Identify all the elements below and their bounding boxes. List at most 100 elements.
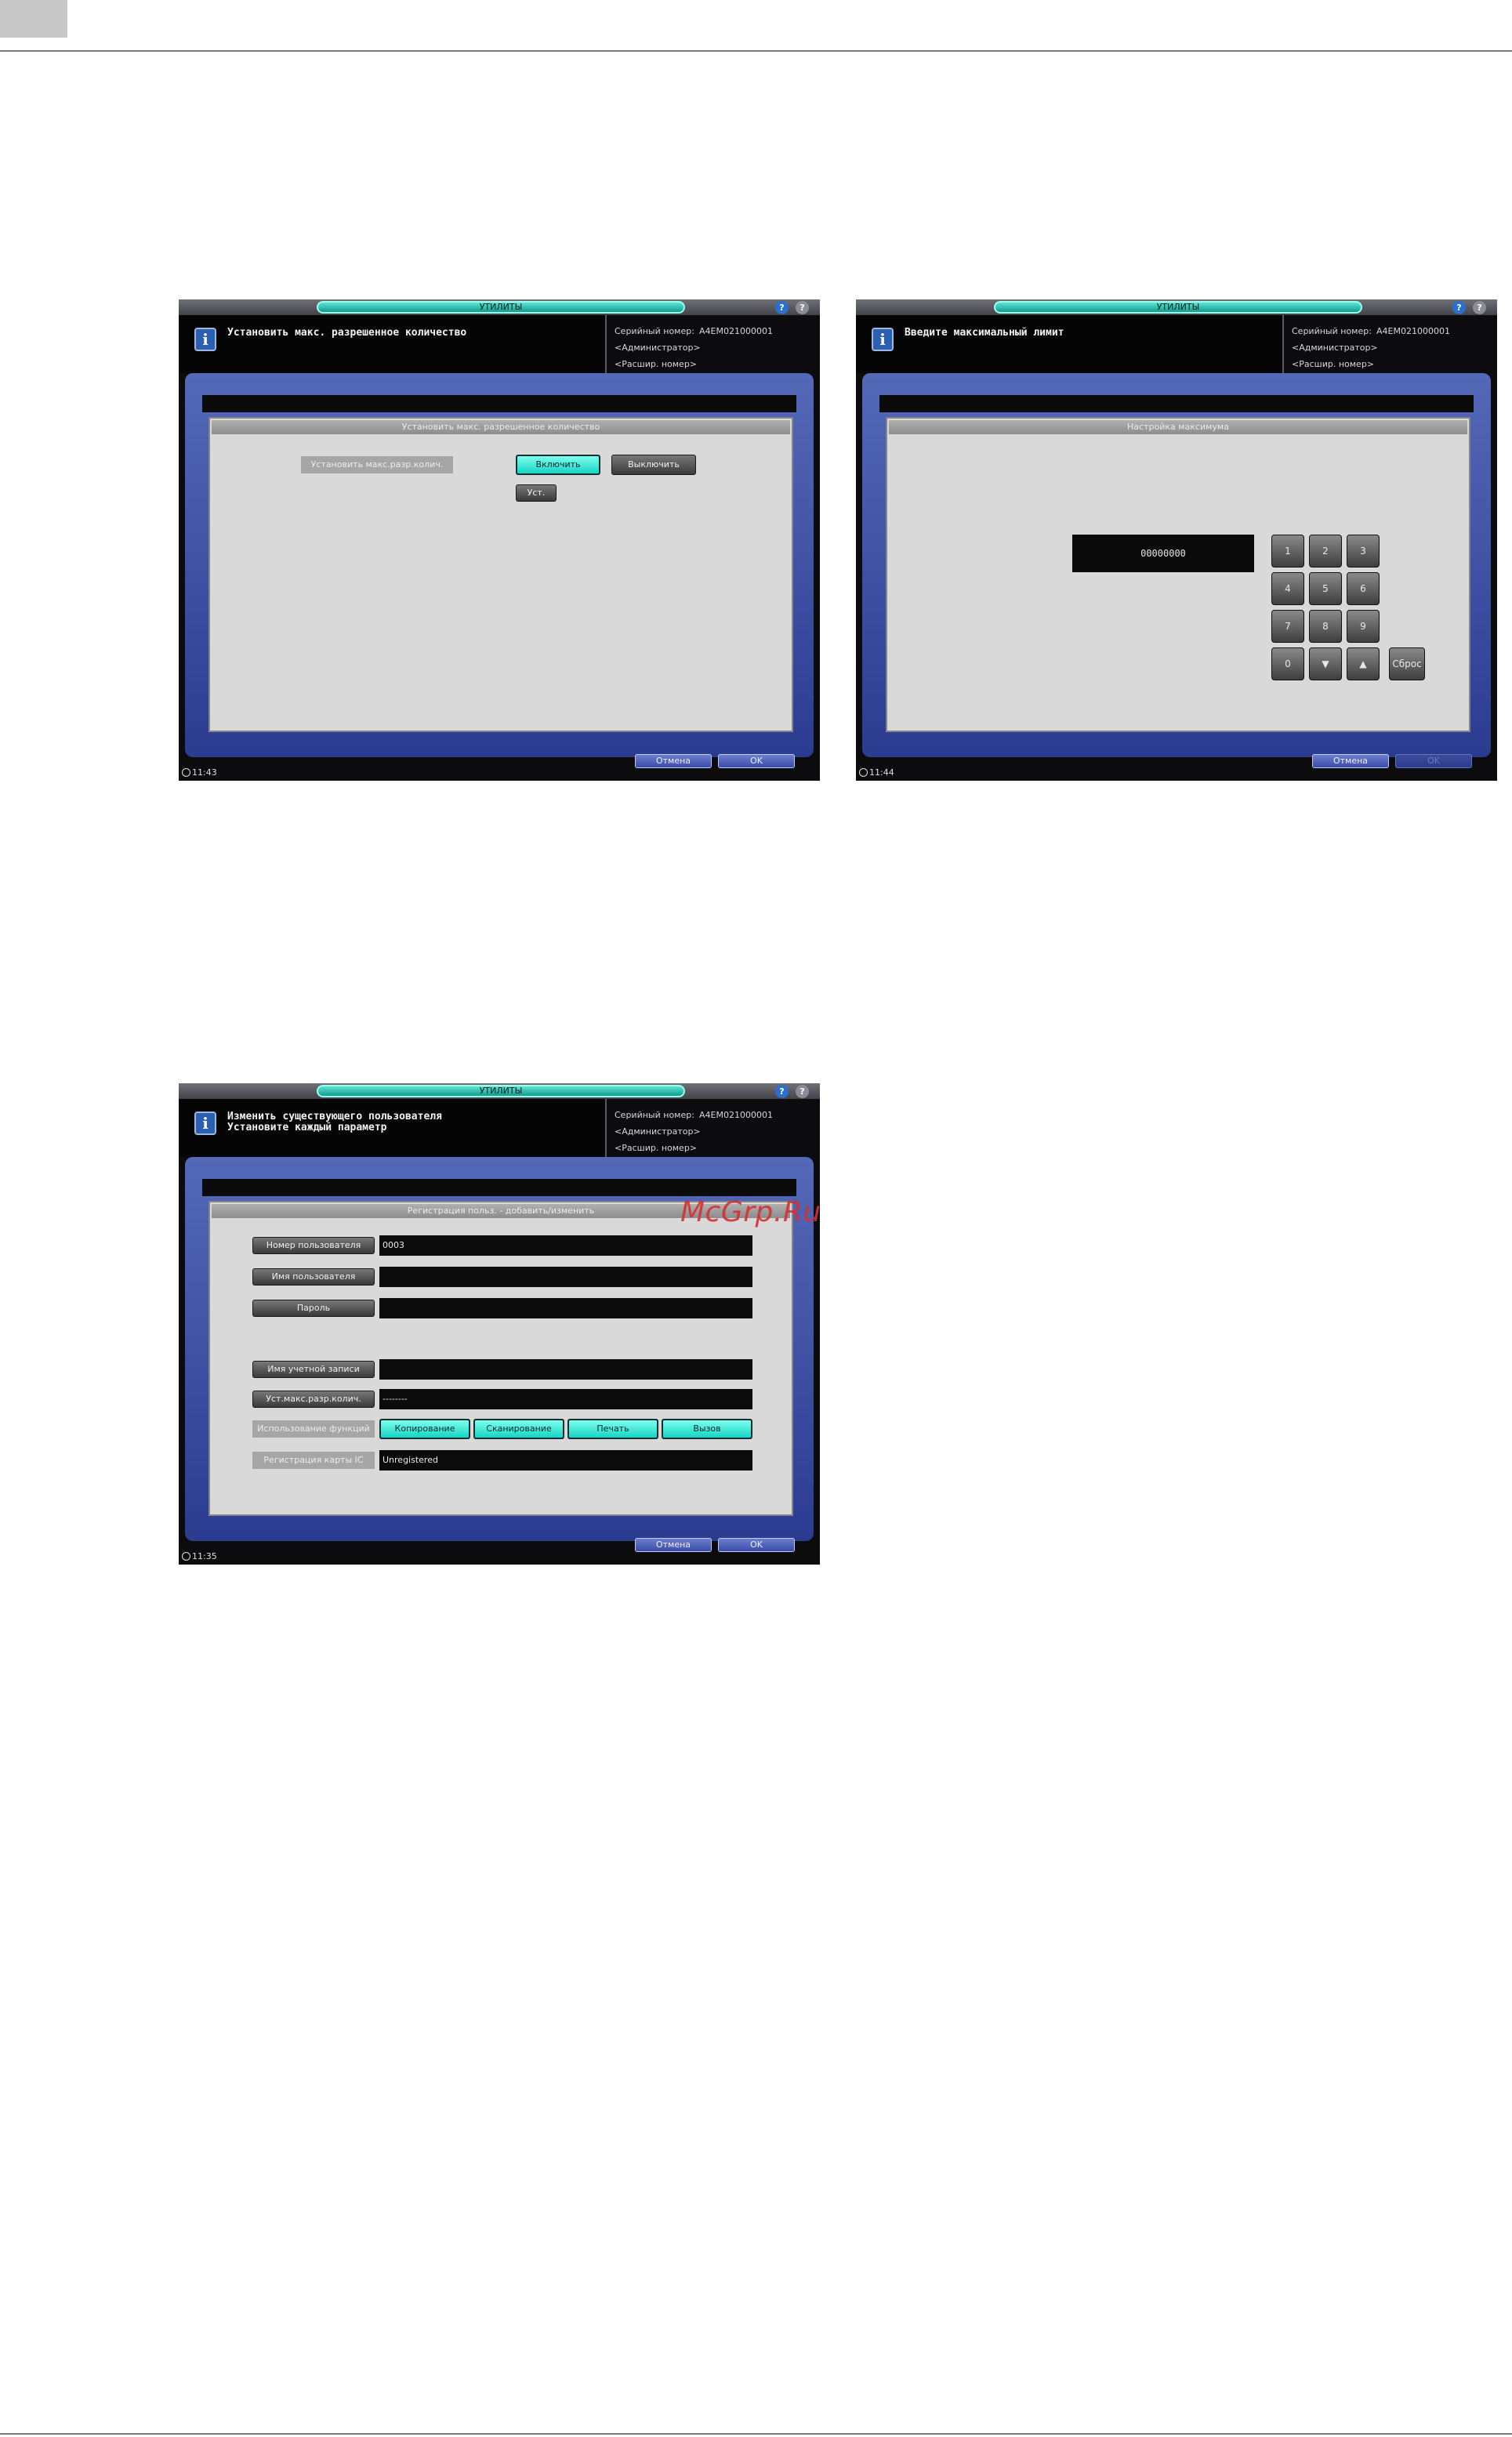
content-panel: Установить макс. разрешенное количество … bbox=[208, 417, 793, 732]
message-area: i Установить макс. разрешенное количеств… bbox=[179, 315, 607, 373]
header-strip bbox=[202, 1179, 796, 1196]
header-strip bbox=[202, 395, 796, 412]
user-number-button[interactable]: Номер пользователя bbox=[252, 1237, 375, 1254]
help-icon[interactable]: ? bbox=[1452, 301, 1466, 314]
help-icon[interactable]: ? bbox=[775, 301, 789, 314]
ext-number-label: <Расшир. номер> bbox=[615, 1143, 698, 1153]
top-rule bbox=[0, 50, 1512, 52]
key-2[interactable]: 2 bbox=[1309, 535, 1342, 568]
message-area: i Изменить существующего пользователя Ус… bbox=[179, 1099, 607, 1157]
serial-info: Серийный номер: A4EM021000001 <Администра… bbox=[615, 323, 810, 372]
admin-label: <Администратор> bbox=[615, 1126, 701, 1137]
admin-label: <Администратор> bbox=[615, 343, 701, 353]
key-8[interactable]: 8 bbox=[1309, 610, 1342, 643]
cancel-button[interactable]: Отмена bbox=[635, 1538, 712, 1552]
ok-button[interactable]: OK bbox=[718, 1538, 795, 1552]
key-6[interactable]: 6 bbox=[1347, 572, 1380, 605]
serial-info: Серийный номер: A4EM021000001 <Администра… bbox=[615, 1107, 810, 1156]
clock-icon bbox=[182, 768, 190, 777]
ic-card-field: Unregistered bbox=[379, 1450, 752, 1471]
clock-icon bbox=[859, 768, 868, 777]
bottom-rule bbox=[0, 2433, 1512, 2435]
set-button[interactable]: Уст. bbox=[516, 484, 557, 502]
serial-value: A4EM021000001 bbox=[1376, 326, 1450, 336]
info-icon: i bbox=[872, 328, 894, 351]
clock: 11:43 bbox=[182, 767, 217, 778]
serial-label: Серийный номер: bbox=[615, 1110, 694, 1120]
message-text: Изменить существующего пользователя Уста… bbox=[227, 1112, 442, 1133]
screen-edit-user: УТИЛИТЫ ? ? i Изменить существующего пол… bbox=[179, 1083, 820, 1565]
cancel-button[interactable]: Отмена bbox=[635, 754, 712, 768]
key-4[interactable]: 4 bbox=[1271, 572, 1304, 605]
functions-label: Использование функций bbox=[252, 1420, 375, 1438]
account-name-field bbox=[379, 1359, 752, 1380]
reset-button[interactable]: Сброс bbox=[1389, 647, 1425, 680]
clock-time: 11:44 bbox=[869, 767, 894, 778]
message-line-1: Изменить существующего пользователя bbox=[227, 1111, 442, 1122]
max-count-setting-label: Установить макс.разр.колич. bbox=[301, 456, 453, 473]
function-print-button[interactable]: Печать bbox=[567, 1419, 658, 1439]
message-text: Установить макс. разрешенное количество bbox=[227, 327, 467, 339]
guide-icon[interactable]: ? bbox=[796, 301, 809, 314]
message-text: Введите максимальный лимит bbox=[905, 327, 1064, 339]
max-count-button[interactable]: Уст.макс.разр.колич. bbox=[252, 1391, 375, 1408]
key-9[interactable]: 9 bbox=[1347, 610, 1380, 643]
key-0[interactable]: 0 bbox=[1271, 647, 1304, 680]
max-count-field: -------- bbox=[379, 1389, 752, 1409]
password-button[interactable]: Пароль bbox=[252, 1300, 375, 1317]
guide-icon[interactable]: ? bbox=[1473, 301, 1486, 314]
serial-label: Серийный номер: bbox=[615, 326, 694, 336]
serial-info: Серийный номер: A4EM021000001 <Администра… bbox=[1292, 323, 1488, 372]
on-button[interactable]: Включить bbox=[516, 455, 600, 475]
message-line-2: Установите каждый параметр bbox=[227, 1122, 387, 1133]
help-icon[interactable]: ? bbox=[775, 1085, 789, 1098]
screen-body: Установить макс. разрешенное количество … bbox=[185, 373, 814, 757]
content-panel: Настройка максимума bbox=[886, 417, 1470, 732]
content-panel: Регистрация польз. - добавить/изменить Н… bbox=[208, 1201, 793, 1516]
admin-label: <Администратор> bbox=[1292, 343, 1378, 353]
key-5[interactable]: 5 bbox=[1309, 572, 1342, 605]
cancel-button[interactable]: Отмена bbox=[1312, 754, 1389, 768]
user-number-field: 0003 bbox=[379, 1235, 752, 1256]
ic-card-label: Регистрация карты IC bbox=[252, 1452, 375, 1469]
key-7[interactable]: 7 bbox=[1271, 610, 1304, 643]
ext-number-label: <Расшир. номер> bbox=[615, 359, 698, 369]
key-3[interactable]: 3 bbox=[1347, 535, 1380, 568]
function-copy-button[interactable]: Копирование bbox=[379, 1419, 470, 1439]
clock-icon bbox=[182, 1552, 190, 1561]
screen-title: УТИЛИТЫ bbox=[317, 1085, 685, 1097]
info-icon: i bbox=[194, 328, 216, 351]
off-button[interactable]: Выключить bbox=[611, 455, 696, 475]
key-up-icon[interactable]: ▲ bbox=[1347, 647, 1380, 680]
function-scan-button[interactable]: Сканирование bbox=[473, 1419, 564, 1439]
limit-display: 00000000 bbox=[1072, 535, 1254, 572]
clock-time: 11:43 bbox=[192, 767, 217, 778]
ext-number-label: <Расшир. номер> bbox=[1292, 359, 1375, 369]
serial-value: A4EM021000001 bbox=[699, 326, 773, 336]
key-1[interactable]: 1 bbox=[1271, 535, 1304, 568]
screen-title: УТИЛИТЫ bbox=[994, 301, 1362, 314]
screen-max-limit: УТИЛИТЫ ? ? i Введите максимальный лимит… bbox=[856, 299, 1497, 781]
header-strip bbox=[879, 395, 1474, 412]
watermark-text: McGrp.Ru bbox=[680, 1196, 821, 1228]
function-recall-button[interactable]: Вызов bbox=[662, 1419, 752, 1439]
ok-button[interactable]: OK bbox=[718, 754, 795, 768]
screen-max-count: УТИЛИТЫ ? ? i Установить макс. разрешенн… bbox=[179, 299, 820, 781]
clock: 11:44 bbox=[859, 767, 894, 778]
screen-title: УТИЛИТЫ bbox=[317, 301, 685, 314]
serial-value: A4EM021000001 bbox=[699, 1110, 773, 1120]
user-name-button[interactable]: Имя пользователя bbox=[252, 1268, 375, 1286]
message-area: i Введите максимальный лимит bbox=[856, 315, 1284, 373]
info-icon: i bbox=[194, 1112, 216, 1135]
ok-button[interactable]: OK bbox=[1395, 754, 1472, 768]
panel-title: Установить макс. разрешенное количество bbox=[212, 420, 790, 434]
clock: 11:35 bbox=[182, 1551, 217, 1562]
user-name-field bbox=[379, 1267, 752, 1287]
password-field bbox=[379, 1298, 752, 1318]
account-name-button[interactable]: Имя учетной записи bbox=[252, 1361, 375, 1378]
guide-icon[interactable]: ? bbox=[796, 1085, 809, 1098]
panel-title: Настройка максимума bbox=[889, 420, 1467, 434]
clock-time: 11:35 bbox=[192, 1551, 217, 1561]
serial-label: Серийный номер: bbox=[1292, 326, 1372, 336]
key-down-icon[interactable]: ▼ bbox=[1309, 647, 1342, 680]
